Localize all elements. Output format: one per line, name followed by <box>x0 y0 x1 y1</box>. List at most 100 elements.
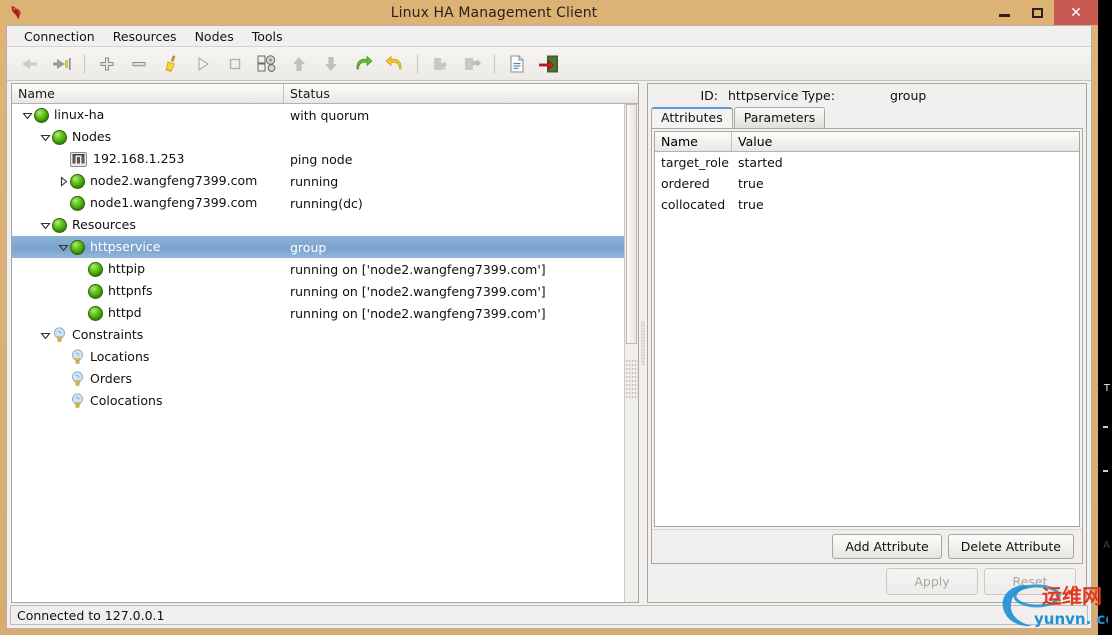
reset-button[interactable]: Reset <box>984 568 1076 595</box>
attribute-name: ordered <box>655 176 732 191</box>
menu-nodes[interactable]: Nodes <box>186 27 243 46</box>
connect-disabled-icon <box>15 50 45 78</box>
title-bar[interactable]: Linux HA Management Client ✕ <box>0 0 1098 25</box>
tool-bar <box>7 47 1091 81</box>
type-label: Type: <box>802 88 848 103</box>
unmigrate-back-icon[interactable] <box>380 50 410 78</box>
green-status-ball <box>52 218 67 233</box>
tree-row-status-cell: running on ['node2.wangfeng7399.com'] <box>284 284 624 299</box>
tree-twisty-placeholder <box>56 152 70 166</box>
tree-row[interactable]: Constraints <box>12 324 624 346</box>
tree-row[interactable]: Colocations <box>12 390 624 412</box>
tree-row[interactable]: 192.168.1.253ping node <box>12 148 624 170</box>
tree-twisty-placeholder <box>74 262 88 276</box>
tree-row[interactable]: httpservicegroup <box>12 236 624 258</box>
move-up-arrow-icon <box>284 50 314 78</box>
tree-row-name-cell: 192.168.1.253 <box>12 152 284 167</box>
delete-attribute-button[interactable]: Delete Attribute <box>948 534 1074 559</box>
tree-twisty-placeholder <box>56 350 70 364</box>
tab-attributes[interactable]: Attributes <box>651 107 733 128</box>
green-status-ball <box>88 306 103 321</box>
tree-row[interactable]: Locations <box>12 346 624 368</box>
document-icon[interactable] <box>502 50 532 78</box>
attribute-row[interactable]: orderedtrue <box>655 173 1079 194</box>
tree-row-status-cell: running(dc) <box>284 196 624 211</box>
close-button[interactable]: ✕ <box>1054 0 1098 25</box>
constraint-bulb-icon <box>70 349 85 365</box>
tree-scrollbar-thumb[interactable] <box>626 104 637 344</box>
toolbar-separator <box>84 54 85 74</box>
tree-row-label: node1.wangfeng7399.com <box>90 197 257 210</box>
tree-column-name[interactable]: Name <box>12 84 284 103</box>
green-status-ball <box>88 284 103 299</box>
tree-row-name-cell: httpd <box>12 306 284 321</box>
tree-row[interactable]: Resources <box>12 214 624 236</box>
add-plus-icon[interactable] <box>92 50 122 78</box>
resource-id-bar: ID: httpservice Type: group <box>648 84 1086 106</box>
window-controls: ✕ <box>988 0 1098 25</box>
attributes-column-value[interactable]: Value <box>732 132 1079 151</box>
chevron-down-icon[interactable] <box>56 240 70 254</box>
tree-row[interactable]: linux-hawith quorum <box>12 104 624 126</box>
tree-row[interactable]: httpiprunning on ['node2.wangfeng7399.co… <box>12 258 624 280</box>
tree-row[interactable]: node2.wangfeng7399.comrunning <box>12 170 624 192</box>
chevron-down-icon[interactable] <box>38 130 52 144</box>
stop-square-icon <box>220 50 250 78</box>
tree-column-status[interactable]: Status <box>284 84 638 103</box>
cleanup-broom-icon[interactable] <box>156 50 186 78</box>
chevron-right-icon[interactable] <box>56 174 70 188</box>
desktop-background: Linux HA Management Client ✕ Connection … <box>0 0 1112 635</box>
migrate-forward-icon[interactable] <box>348 50 378 78</box>
strip-dash-1 <box>1103 426 1108 428</box>
manage-resources-icon[interactable] <box>252 50 282 78</box>
exit-door-icon[interactable] <box>534 50 564 78</box>
details-tabs: Attributes Parameters <box>648 106 1086 128</box>
tree-row-status-cell: running on ['node2.wangfeng7399.com'] <box>284 306 624 321</box>
tree-row[interactable]: Orders <box>12 368 624 390</box>
add-attribute-button[interactable]: Add Attribute <box>832 534 941 559</box>
apply-button[interactable]: Apply <box>886 568 978 595</box>
tree-row-name-cell: Locations <box>12 349 284 365</box>
strip-dash-2 <box>1103 470 1108 472</box>
remove-minus-icon[interactable] <box>124 50 154 78</box>
application-window: Linux HA Management Client ✕ Connection … <box>0 0 1098 635</box>
tab-parameters[interactable]: Parameters <box>734 107 826 128</box>
window-title: Linux HA Management Client <box>0 5 1098 21</box>
strip-letter-t: T <box>1104 383 1110 394</box>
attributes-panel: Name Value target_rolestartedorderedtrue… <box>651 128 1083 564</box>
constraint-bulb-icon <box>70 371 85 387</box>
start-play-icon <box>188 50 218 78</box>
tree-row-list: linux-hawith quorumNodes192.168.1.253pin… <box>12 104 624 602</box>
attribute-row[interactable]: target_rolestarted <box>655 152 1079 173</box>
tree-row[interactable]: node1.wangfeng7399.com running(dc) <box>12 192 624 214</box>
menu-resources[interactable]: Resources <box>104 27 186 46</box>
tree-twisty-placeholder <box>74 284 88 298</box>
tree-row[interactable]: Nodes <box>12 126 624 148</box>
minimize-button[interactable] <box>988 0 1021 25</box>
green-status-ball <box>70 174 85 189</box>
maximize-button[interactable] <box>1021 0 1054 25</box>
tree-row-name-cell: Orders <box>12 371 284 387</box>
ping-node-icon <box>70 152 87 167</box>
tree-row-name-cell: httpnfs <box>12 284 284 299</box>
attributes-column-name[interactable]: Name <box>655 132 732 151</box>
pane-splitter[interactable] <box>639 83 647 603</box>
tree-row-label: httpip <box>108 263 145 276</box>
tree-vertical-scrollbar[interactable] <box>624 104 638 602</box>
apply-reset-bar: Apply Reset <box>648 564 1086 602</box>
green-status-ball <box>88 262 103 277</box>
chevron-down-icon[interactable] <box>38 328 52 342</box>
tree-row[interactable]: httpdrunning on ['node2.wangfeng7399.com… <box>12 302 624 324</box>
menu-tools[interactable]: Tools <box>243 27 292 46</box>
attribute-row[interactable]: collocatedtrue <box>655 194 1079 215</box>
chevron-down-icon[interactable] <box>20 108 34 122</box>
tree-row-label: httpservice <box>90 241 160 254</box>
disconnect-icon[interactable] <box>47 50 77 78</box>
tree-row-name-cell: node1.wangfeng7399.com <box>12 196 284 211</box>
constraint-bulb-icon <box>52 327 67 343</box>
tree-row[interactable]: httpnfsrunning on ['node2.wangfeng7399.c… <box>12 280 624 302</box>
menu-bar: Connection Resources Nodes Tools <box>7 26 1091 47</box>
chevron-down-icon[interactable] <box>38 218 52 232</box>
menu-connection[interactable]: Connection <box>15 27 104 46</box>
attribute-value: true <box>732 197 1079 212</box>
